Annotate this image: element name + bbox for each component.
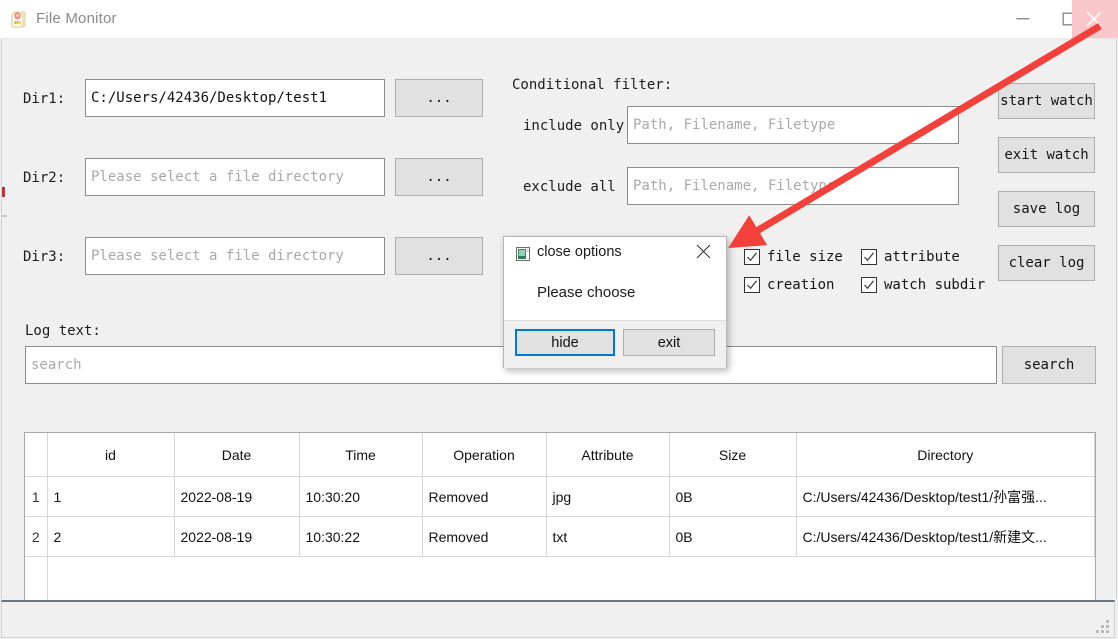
dialog-exit-button[interactable]: exit (623, 329, 715, 356)
dir1-label: Dir1: (23, 91, 66, 107)
table-header-row: id Date Time Operation Attribute Size Di… (25, 433, 1095, 477)
cell-date: 2022-08-19 (174, 516, 300, 557)
dialog-close-button[interactable] (696, 244, 718, 264)
file-monitor-icon (10, 10, 28, 28)
close-icon (1086, 11, 1102, 27)
column-header-time[interactable]: Time (299, 433, 423, 477)
cell-date: 2022-08-19 (174, 476, 300, 517)
row-number-header (25, 433, 48, 477)
checkbox-check-icon (861, 277, 877, 293)
checkbox-file-size-label: file size (767, 249, 843, 265)
cell-time: 10:30:22 (299, 516, 423, 557)
cell-directory: C:/Users/42436/Desktop/test1/新建文... (796, 516, 1095, 557)
column-header-id[interactable]: id (47, 433, 175, 477)
save-log-button[interactable]: save log (998, 191, 1095, 227)
exclude-all-input[interactable]: Path, Filename, Filetype (627, 167, 959, 205)
dir2-browse-button[interactable]: ... (395, 158, 483, 196)
title-bar: File Monitor (0, 0, 1118, 39)
close-options-dialog: close options Please choose hide exit (503, 236, 727, 368)
dir2-label: Dir2: (23, 170, 66, 186)
clear-log-button[interactable]: clear log (998, 245, 1095, 281)
row-number: 2 (25, 516, 48, 557)
dir1-browse-button[interactable]: ... (395, 79, 483, 117)
include-only-placeholder: Path, Filename, Filetype (633, 117, 836, 133)
search-placeholder: search (31, 357, 82, 373)
cell-id: 2 (47, 516, 175, 557)
resize-grip[interactable] (1096, 620, 1110, 634)
table-row[interactable]: 1 1 2022-08-19 10:30:20 Removed jpg 0B C… (25, 476, 1095, 517)
column-header-attribute[interactable]: Attribute (546, 433, 670, 477)
row-number: 1 (25, 476, 48, 517)
dir1-value: C:/Users/42436/Desktop/test1 (91, 90, 328, 106)
exit-watch-button[interactable]: exit watch (998, 137, 1095, 173)
cell-operation: Removed (422, 516, 547, 557)
dir2-input[interactable]: Please select a file directory (85, 158, 385, 196)
application-window: File Monitor Dir1: C:/Users/42436/Deskto… (0, 0, 1118, 639)
cell-directory: C:/Users/42436/Desktop/test1/孙富强... (796, 476, 1095, 517)
dialog-hide-button[interactable]: hide (515, 329, 615, 356)
client-area: Dir1: C:/Users/42436/Desktop/test1 ... D… (1, 39, 1117, 634)
dialog-title: close options (537, 244, 622, 260)
window-title: File Monitor (36, 10, 117, 27)
dir3-input[interactable]: Please select a file directory (85, 237, 385, 275)
exclude-all-label: exclude all (523, 179, 616, 195)
conditional-filter-heading: Conditional filter: (512, 77, 673, 93)
checkbox-check-icon (744, 249, 760, 265)
dir3-label: Dir3: (23, 249, 66, 265)
dir2-placeholder: Please select a file directory (91, 169, 344, 185)
column-header-date[interactable]: Date (174, 433, 300, 477)
cell-operation: Removed (422, 476, 547, 517)
dir3-browse-button[interactable]: ... (395, 237, 483, 275)
column-header-operation[interactable]: Operation (422, 433, 547, 477)
status-bar (1, 600, 1115, 638)
close-icon (696, 244, 711, 259)
include-only-label: include only (523, 118, 625, 134)
table-row[interactable]: 2 2 2022-08-19 10:30:22 Removed txt 0B C… (25, 516, 1095, 557)
dialog-title-bar: close options (504, 237, 726, 271)
checkbox-file-size[interactable]: file size (744, 249, 843, 265)
checkbox-check-icon (861, 249, 877, 265)
checkbox-attribute-label: attribute (884, 249, 960, 265)
column-header-size[interactable]: Size (669, 433, 797, 477)
dir3-placeholder: Please select a file directory (91, 248, 344, 264)
log-text-heading: Log text: (25, 323, 101, 339)
cell-size: 0B (669, 516, 797, 557)
column-header-directory[interactable]: Directory (796, 433, 1095, 477)
checkbox-check-icon (744, 277, 760, 293)
cell-id: 1 (47, 476, 175, 517)
cell-size: 0B (669, 476, 797, 517)
dialog-app-icon (516, 247, 530, 261)
checkbox-creation-label: creation (767, 277, 835, 293)
checkbox-watch-subdir-label: watch subdir (884, 277, 986, 293)
start-watch-button[interactable]: start watch (998, 83, 1095, 119)
close-button[interactable] (1072, 0, 1118, 38)
dialog-message: Please choose (537, 284, 636, 301)
window-edge-artifact-2 (2, 215, 7, 217)
search-button[interactable]: search (1002, 346, 1096, 384)
checkbox-watch-subdir[interactable]: watch subdir (861, 277, 985, 293)
minimize-icon (1016, 18, 1030, 20)
exclude-all-placeholder: Path, Filename, Filetype (633, 178, 836, 194)
minimize-button[interactable] (1000, 0, 1046, 38)
window-edge-artifact (2, 187, 5, 197)
checkbox-attribute[interactable]: attribute (861, 249, 960, 265)
cell-attribute: jpg (546, 476, 670, 517)
cell-time: 10:30:20 (299, 476, 423, 517)
include-only-input[interactable]: Path, Filename, Filetype (627, 106, 959, 144)
cell-attribute: txt (546, 516, 670, 557)
dir1-input[interactable]: C:/Users/42436/Desktop/test1 (85, 79, 385, 117)
checkbox-creation[interactable]: creation (744, 277, 834, 293)
dialog-footer: hide exit (504, 320, 726, 368)
